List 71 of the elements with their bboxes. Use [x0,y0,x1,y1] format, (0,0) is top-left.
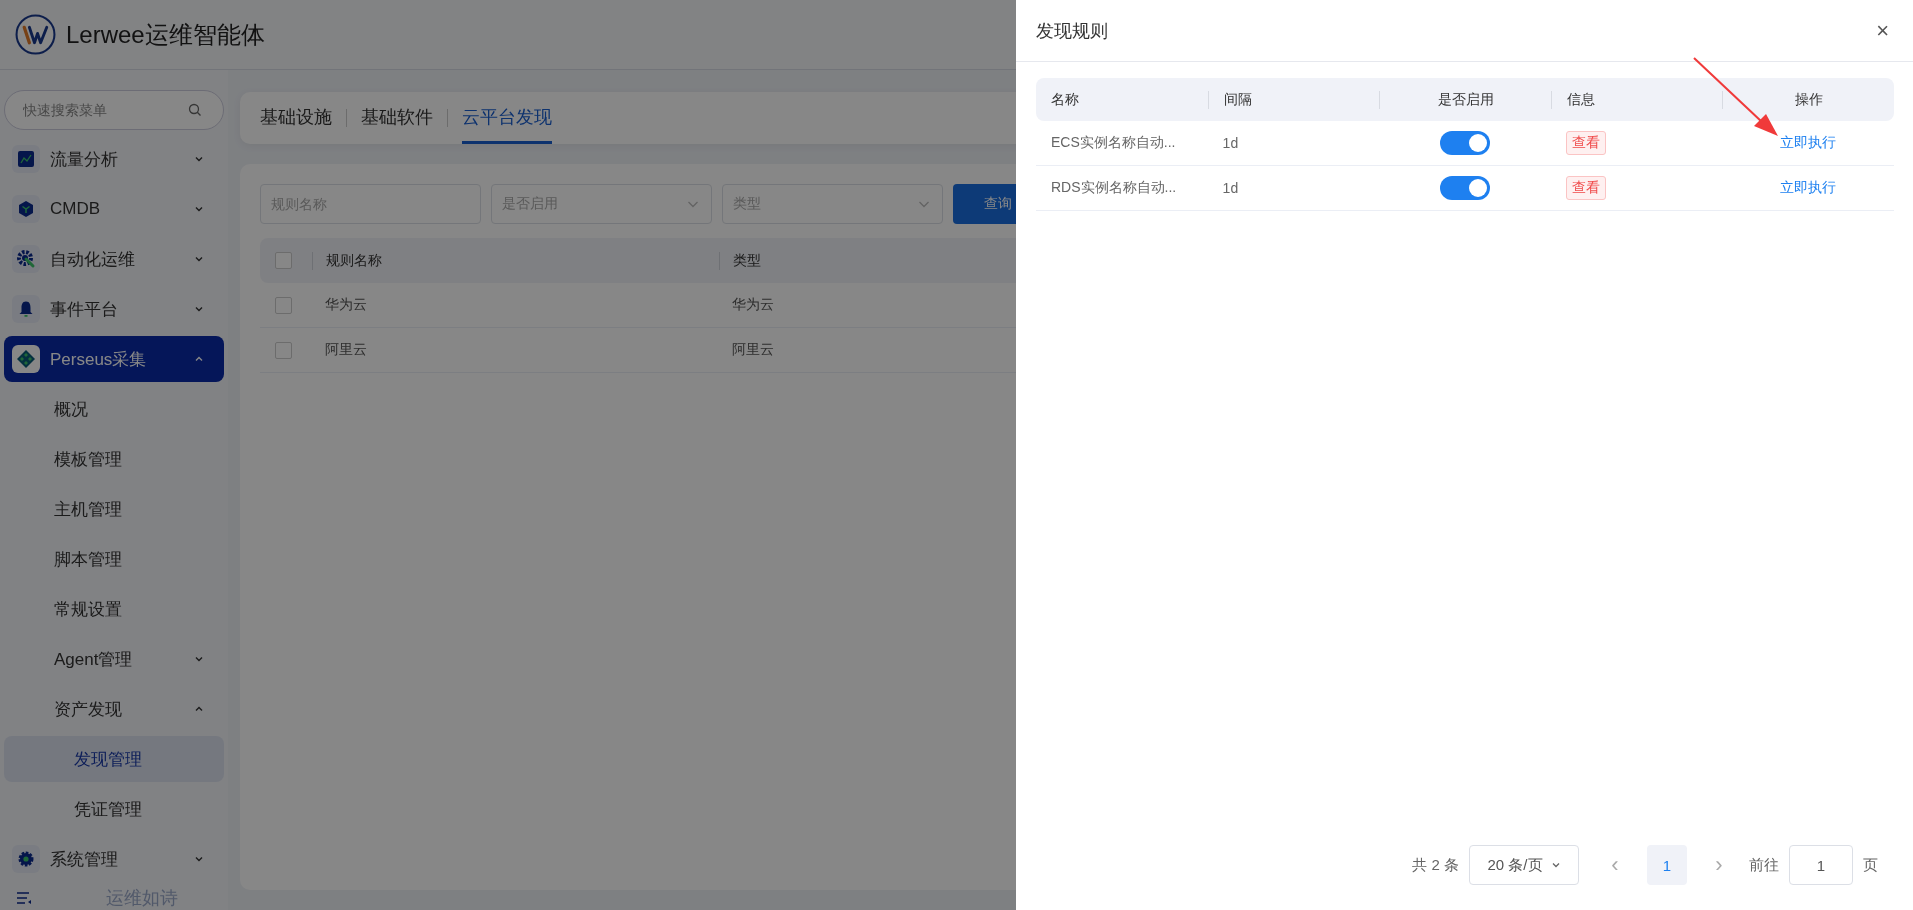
toggle-switch[interactable] [1440,131,1490,155]
menu-item[interactable]: 模板管理 [4,436,224,482]
chevron-icon [194,354,204,364]
search-icon [188,103,202,117]
table-cell-text: 华为云 [731,296,775,314]
table-cell-text: 阿里云 [731,341,775,359]
diamond-icon [16,349,36,369]
run-now-link[interactable]: 立即执行 [1780,134,1837,152]
column-header: 是否启用 [1379,90,1551,109]
menu-collapse-icon[interactable] [16,891,32,905]
table-cell-text: RDS实例名称自动... [1050,179,1178,197]
table-cell-text: 1d [1221,180,1240,196]
chevron-icon [194,854,204,864]
menu-item[interactable]: 脚本管理 [4,536,224,582]
column-header: 间隔 [1207,90,1380,109]
column-header: 信息 [1550,90,1723,109]
app-title: Lerwee运维智能体 [66,19,265,50]
tab[interactable]: 基础软件 [361,92,433,144]
page-button[interactable]: 1 [1647,845,1687,885]
table-cell-text: 阿里云 [324,341,368,359]
checkbox[interactable] [275,296,292,314]
menu-item[interactable]: 流量分析 [4,136,224,182]
table-cell-text: ECS实例名称自动... [1050,134,1177,152]
menu-item[interactable]: CMDB [4,186,224,232]
gear-icon [17,850,35,868]
menu-item[interactable]: 发现管理 [4,736,224,782]
page-size-select[interactable]: 20 条/页 [1469,845,1579,885]
tab[interactable]: 云平台发现 [462,92,552,144]
next-page-button[interactable]: › [1699,845,1739,885]
checkbox[interactable] [275,341,292,359]
column-header: 规则名称 [312,251,719,270]
run-now-link[interactable]: 立即执行 [1780,179,1837,197]
menu-item[interactable]: 资产发现 [4,686,224,732]
menu-item[interactable]: 概况 [4,386,224,432]
logo-icon [15,14,56,55]
chevron-icon [194,704,204,714]
search-field[interactable]: 快速搜索菜单 [4,90,224,130]
menu-item[interactable]: 系统管理 [4,836,224,882]
chart-icon [17,150,35,168]
chevron-icon [1550,860,1561,870]
prev-page-button[interactable]: ‹ [1595,845,1635,885]
chevron-icon [194,254,204,264]
menu-item[interactable]: 自动化运维 [4,236,224,282]
chevron-icon [194,204,204,214]
checkbox[interactable] [275,252,292,269]
gear-wrench-icon [16,249,36,269]
menu-item[interactable]: Agent管理 [4,636,224,682]
chevron-icon [194,304,204,314]
column-header: 操作 [1722,90,1894,109]
page-suffix: 页 [1863,855,1878,875]
table-cell-text: 1d [1221,135,1240,151]
column-header: 名称 [1050,90,1080,109]
cube-icon [17,200,35,218]
goto-label: 前往 [1749,855,1779,875]
chevron-icon [194,654,204,664]
menu-item[interactable]: 常规设置 [4,586,224,632]
drawer-title: 发现规则 [1036,19,1108,43]
page-input[interactable]: 1 [1789,845,1853,885]
chevron-icon [194,154,204,164]
view-tag[interactable]: 查看 [1565,176,1606,200]
tab[interactable]: 基础设施 [260,92,332,144]
menu-item[interactable]: Perseus采集 [4,336,224,382]
bell-icon [17,300,35,318]
close-button[interactable]: × [1872,17,1893,44]
menu-item[interactable]: 主机管理 [4,486,224,532]
menu-item[interactable]: 凭证管理 [4,786,224,832]
toggle-switch[interactable] [1440,176,1490,200]
menu-item[interactable]: 事件平台 [4,286,224,332]
view-tag[interactable]: 查看 [1565,131,1606,155]
total-count: 共 2 条 [1412,855,1459,875]
table-cell-text: 华为云 [324,296,368,314]
